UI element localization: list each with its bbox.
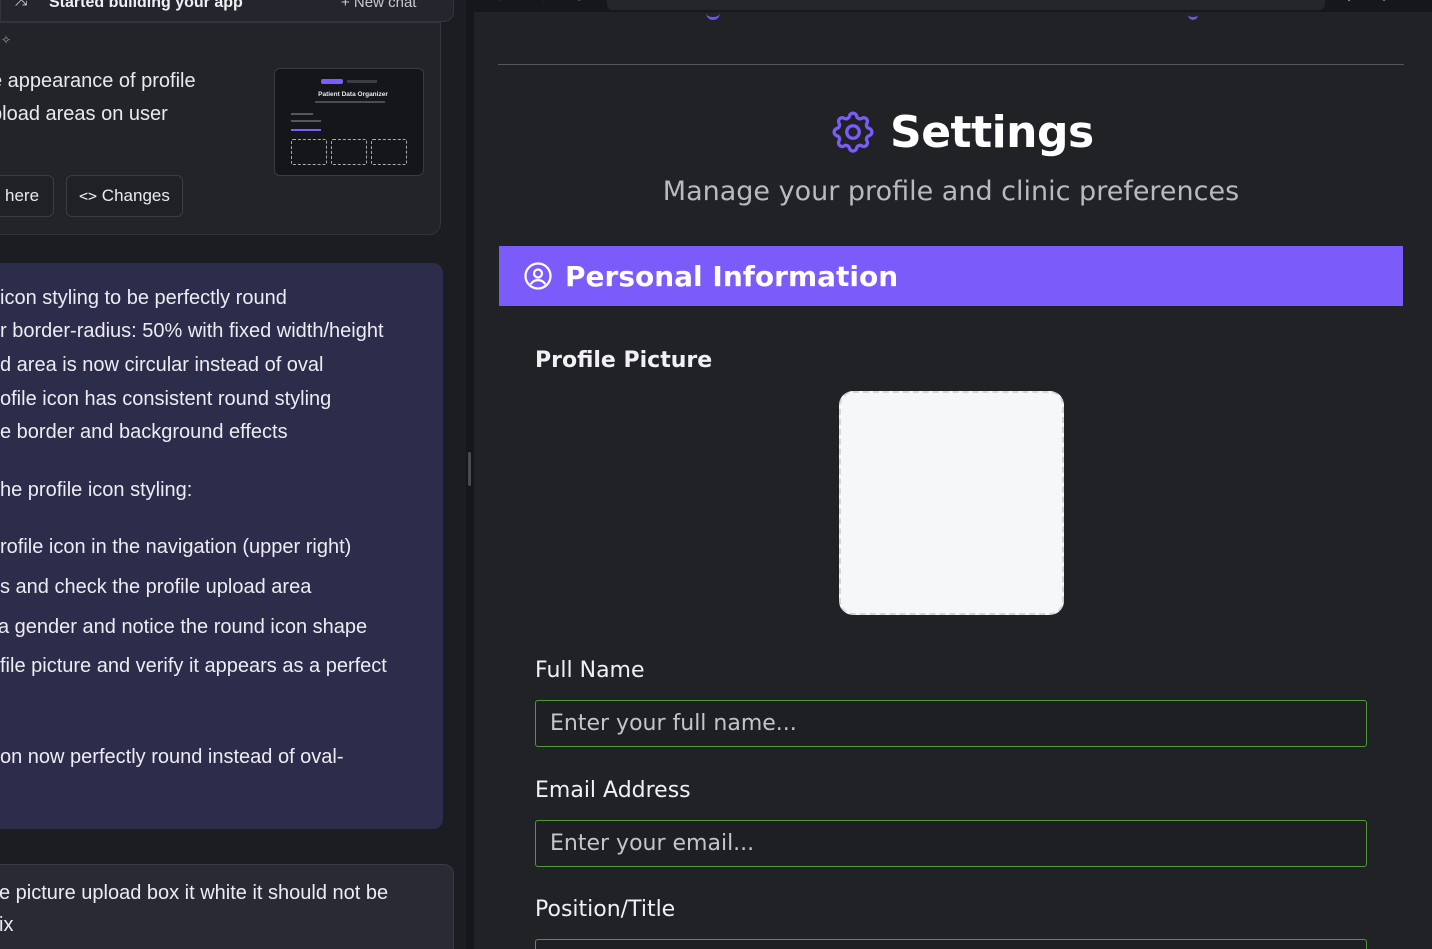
message-line: ix	[0, 914, 14, 936]
nav-icon-fragment	[1188, 12, 1198, 20]
app-preview: ← → ↻ ↧ ⌄ Settings Manage your profile a…	[474, 0, 1432, 949]
settings-header: Settings	[828, 104, 1094, 160]
profile-picture-label: Profile Picture	[535, 348, 713, 373]
user-message: e picture upload box it white it should …	[0, 864, 454, 949]
thumb-line	[291, 113, 313, 115]
page-subtitle: Manage your profile and clinic preferenc…	[662, 176, 1240, 207]
resize-grip[interactable]	[468, 452, 471, 486]
section-title: Personal Information	[565, 259, 899, 293]
email-label: Email Address	[535, 778, 691, 803]
browser-toolbar: ← → ↻ ↧ ⌄	[474, 0, 1432, 12]
chat-panel: ⤨ Started building your app + New chat ✧…	[0, 0, 466, 949]
url-bar[interactable]	[607, 0, 1325, 10]
nav-icon-fragment	[706, 12, 720, 20]
gear-icon	[832, 111, 874, 153]
chat-header: ⤨ Started building your app + New chat	[0, 0, 454, 22]
summary-line: e appearance of profile	[0, 70, 196, 92]
thumb-link	[291, 129, 321, 131]
changes-button[interactable]: <> Changes	[66, 175, 183, 217]
email-input[interactable]	[535, 820, 1367, 867]
message-line: a gender and notice the round icon shape	[0, 616, 368, 638]
summary-text: e appearance of profile pload areas on u…	[0, 65, 241, 131]
preview-here-button[interactable]: here	[0, 175, 54, 217]
profile-picture-upload[interactable]	[839, 391, 1064, 615]
chat-title: Started building your app	[49, 0, 243, 11]
thumb-line	[291, 120, 321, 122]
message-line: d area is now circular instead of oval	[0, 354, 324, 376]
download-icon[interactable]: ↧	[1344, 0, 1354, 4]
thumb-upload-box	[331, 139, 367, 165]
assistant-message: icon styling to be perfectly round r bor…	[0, 263, 443, 829]
code-icon: <>	[79, 187, 98, 205]
pane-resize-handle[interactable]	[466, 0, 474, 949]
position-label: Position/Title	[535, 897, 676, 922]
reload-icon[interactable]: ↻	[574, 0, 584, 4]
shuffle-icon: ⤨	[15, 0, 28, 9]
full-name-input[interactable]	[535, 700, 1367, 747]
menu-icon[interactable]: ⌄	[1379, 0, 1389, 4]
page-title: Settings	[890, 106, 1094, 158]
back-icon[interactable]: ←	[496, 0, 508, 4]
thumb-upload-box	[371, 139, 407, 165]
thumb-subtitle	[315, 101, 385, 103]
changes-label: Changes	[101, 186, 170, 205]
forward-icon[interactable]: →	[536, 0, 548, 4]
header-divider	[498, 64, 1404, 65]
message-line: icon styling to be perfectly round	[0, 287, 287, 309]
message-line: file picture and verify it appears as a …	[0, 655, 387, 677]
message-line: s and check the profile upload area	[0, 576, 312, 598]
sparkle-icon: ✧	[1, 33, 12, 47]
personal-info-section-header: Personal Information	[499, 246, 1403, 306]
thumb-upload-box	[291, 139, 327, 165]
preview-thumbnail[interactable]: Patient Data Organizer	[274, 68, 424, 176]
message-line: ofile icon has consistent round styling	[0, 388, 332, 410]
summary-card: ✧ e appearance of profile pload areas on…	[0, 22, 441, 235]
summary-line: pload areas on user	[0, 103, 168, 125]
thumb-title: Patient Data Organizer	[318, 91, 388, 98]
message-line: he profile icon styling:	[0, 479, 193, 501]
message-line: e border and background effects	[0, 421, 288, 443]
message-line: r border-radius: 50% with fixed width/he…	[0, 320, 384, 342]
full-name-label: Full Name	[535, 658, 645, 683]
new-chat-button[interactable]: + New chat	[341, 0, 416, 11]
message-line: rofile icon in the navigation (upper rig…	[0, 536, 352, 558]
message-line: on now perfectly round instead of oval-	[0, 746, 344, 768]
position-input[interactable]	[535, 939, 1367, 949]
message-line: e picture upload box it white it should …	[0, 882, 389, 904]
user-circle-icon	[524, 262, 552, 290]
thumb-nav-item	[347, 80, 377, 83]
thumb-nav-pill	[321, 79, 343, 84]
